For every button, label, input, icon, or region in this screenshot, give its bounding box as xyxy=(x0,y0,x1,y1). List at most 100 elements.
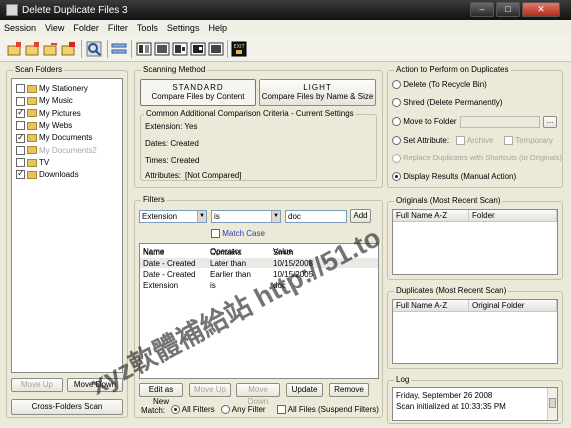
replace-shortcuts-radio[interactable] xyxy=(392,153,401,163)
log-scrollbar[interactable] xyxy=(547,388,557,420)
temporary-box[interactable] xyxy=(504,136,513,146)
duplicates-list[interactable]: Full Name A-Z Original Folder xyxy=(392,299,558,364)
filters-move-down-button[interactable]: Move Down xyxy=(236,383,280,406)
filter-row-4-value[interactable]: doc xyxy=(273,281,286,290)
log-text[interactable]: Friday, September 26 2008 Scan initializ… xyxy=(392,387,558,421)
set-attribute-option[interactable]: Set Attribute: xyxy=(392,136,449,146)
all-filters-radio-dot[interactable] xyxy=(171,405,180,415)
shred-option[interactable]: Shred (Delete Permanently) xyxy=(392,98,502,108)
files-icon[interactable] xyxy=(136,41,152,57)
menu-filter[interactable]: Filter xyxy=(108,23,128,33)
set-attribute-radio[interactable] xyxy=(392,136,401,146)
exit-icon[interactable]: EXIT xyxy=(231,41,247,57)
move-to-folder-option[interactable]: Move to Folder xyxy=(392,117,457,127)
edit-as-new-button[interactable]: Edit as New xyxy=(139,383,183,406)
filter-field-select[interactable]: Extension ▼ xyxy=(139,210,207,223)
minimize-button[interactable]: – xyxy=(470,2,494,17)
shred-radio[interactable] xyxy=(392,98,401,108)
folder-checkbox[interactable] xyxy=(16,96,25,106)
filter-update-button[interactable]: Update xyxy=(286,383,323,397)
match-case-checkbox[interactable]: Match Case xyxy=(211,229,265,239)
folder-checkbox[interactable] xyxy=(16,132,25,143)
delete-option[interactable]: Delete (To Recycle Bin) xyxy=(392,80,487,90)
filter-row-4-operator[interactable]: is xyxy=(210,281,216,290)
folder-checkbox[interactable] xyxy=(16,145,25,155)
remove-folder-icon[interactable] xyxy=(42,41,58,57)
folders-move-down-button[interactable]: Move Down xyxy=(67,378,123,392)
light-method-button[interactable]: LIGHT Compare Files by Name & Size xyxy=(259,79,376,106)
folder-checkbox[interactable] xyxy=(16,121,25,131)
any-filter-radio[interactable]: Any Filter xyxy=(221,405,266,415)
filter-row-2-operator[interactable]: Later than xyxy=(210,259,246,268)
folders-move-up-button[interactable]: Move Up xyxy=(11,378,63,392)
filter-add-button[interactable]: Add xyxy=(350,209,371,223)
menu-view[interactable]: View xyxy=(45,23,64,33)
scan-folders-list[interactable]: My Stationery My Music My Pictures My Webs M… xyxy=(11,78,123,373)
filter-value-input[interactable]: doc xyxy=(285,210,347,223)
filter-list[interactable]: Name Operator Value Name Contains Smith … xyxy=(139,243,379,379)
duplicates-group: Duplicates (Most Recent Scan) Full Name … xyxy=(387,286,563,369)
add-folder-icon[interactable] xyxy=(24,41,40,57)
filter-row-1-field[interactable]: Name xyxy=(143,248,164,257)
scan-folder-item[interactable]: My Pictures xyxy=(16,107,81,121)
delete-icon[interactable] xyxy=(190,41,206,57)
filter-row-4-field[interactable]: Extension xyxy=(143,281,178,290)
scan-folder-item[interactable]: My Stationery xyxy=(16,84,88,96)
search-icon[interactable] xyxy=(86,41,102,57)
menu-help[interactable]: Help xyxy=(208,23,227,33)
filter-row-3-field[interactable]: Date - Created xyxy=(143,270,195,279)
cross-folders-scan-button[interactable]: Cross-Folders Scan xyxy=(11,399,123,415)
replace-shortcuts-option[interactable]: Replace Duplicates with Shortcuts (to Or… xyxy=(392,153,562,163)
close-button[interactable]: ✕ xyxy=(522,2,560,17)
delete-radio[interactable] xyxy=(392,80,401,90)
standard-method-button[interactable]: STANDARD Compare Files by Content xyxy=(140,79,256,106)
menu-tools[interactable]: Tools xyxy=(137,23,158,33)
folder-checkbox[interactable] xyxy=(16,107,25,118)
log-scroll-thumb[interactable] xyxy=(549,398,556,408)
menu-folder[interactable]: Folder xyxy=(73,23,99,33)
originals-col-fullname[interactable]: Full Name A-Z xyxy=(393,210,469,222)
menu-settings[interactable]: Settings xyxy=(167,23,200,33)
all-filters-radio[interactable]: All Filters xyxy=(171,405,215,415)
archive-box[interactable] xyxy=(456,136,465,146)
filter-row-2-field[interactable]: Date - Created xyxy=(143,259,195,268)
all-files-checkbox[interactable]: All Files (Suspend Filters) xyxy=(277,405,379,415)
filter-row-3-value[interactable]: 10/15/2005 xyxy=(273,270,313,279)
filter-icon[interactable] xyxy=(111,41,127,57)
duplicates-col-original-folder[interactable]: Original Folder xyxy=(469,300,557,312)
move-to-folder-radio[interactable] xyxy=(392,117,401,127)
all-files-box[interactable] xyxy=(277,405,286,415)
filter-row-1-operator[interactable]: Contains xyxy=(210,248,242,257)
folder-icon xyxy=(27,121,37,130)
filter-row-1-value[interactable]: Smith xyxy=(273,248,293,257)
filter-remove-button[interactable]: Remove xyxy=(329,383,369,397)
duplicates-col-fullname[interactable]: Full Name A-Z xyxy=(393,300,469,312)
maximize-button[interactable]: □ xyxy=(496,2,520,17)
filters-move-up-button[interactable]: Move Up xyxy=(189,383,231,397)
remove-all-folders-icon[interactable] xyxy=(60,41,76,57)
any-filter-radio-dot[interactable] xyxy=(221,405,230,415)
folder-checkbox[interactable] xyxy=(16,158,25,168)
menu-session[interactable]: Session xyxy=(4,23,36,33)
display-results-option[interactable]: Display Results (Manual Action) xyxy=(392,172,516,182)
scan-folder-item[interactable]: My Documents2 xyxy=(16,146,97,158)
originals-list[interactable]: Full Name A-Z Folder xyxy=(392,209,558,275)
originals-col-folder[interactable]: Folder xyxy=(469,210,557,222)
archive-checkbox[interactable]: Archive xyxy=(456,136,493,146)
folder-checkbox[interactable] xyxy=(16,84,25,94)
filter-operator-select[interactable]: is ▼ xyxy=(211,210,281,223)
scan-folder-item[interactable]: Downloads xyxy=(16,168,79,182)
save-icon[interactable] xyxy=(208,41,224,57)
match-case-box[interactable] xyxy=(211,229,220,239)
move-icon[interactable] xyxy=(172,41,188,57)
filter-row-2-value[interactable]: 10/15/2008 xyxy=(273,259,313,268)
display-results-radio[interactable] xyxy=(392,172,401,182)
copy-icon[interactable] xyxy=(154,41,170,57)
move-folder-path-input[interactable] xyxy=(460,116,540,128)
new-session-icon[interactable] xyxy=(6,41,22,57)
scan-folder-item[interactable]: My Documents xyxy=(16,132,92,145)
browse-folder-button[interactable]: ... xyxy=(543,116,557,128)
temporary-checkbox[interactable]: Temporary xyxy=(504,136,553,146)
folder-checkbox[interactable] xyxy=(16,168,25,180)
filter-row-3-operator[interactable]: Earlier than xyxy=(210,270,251,279)
